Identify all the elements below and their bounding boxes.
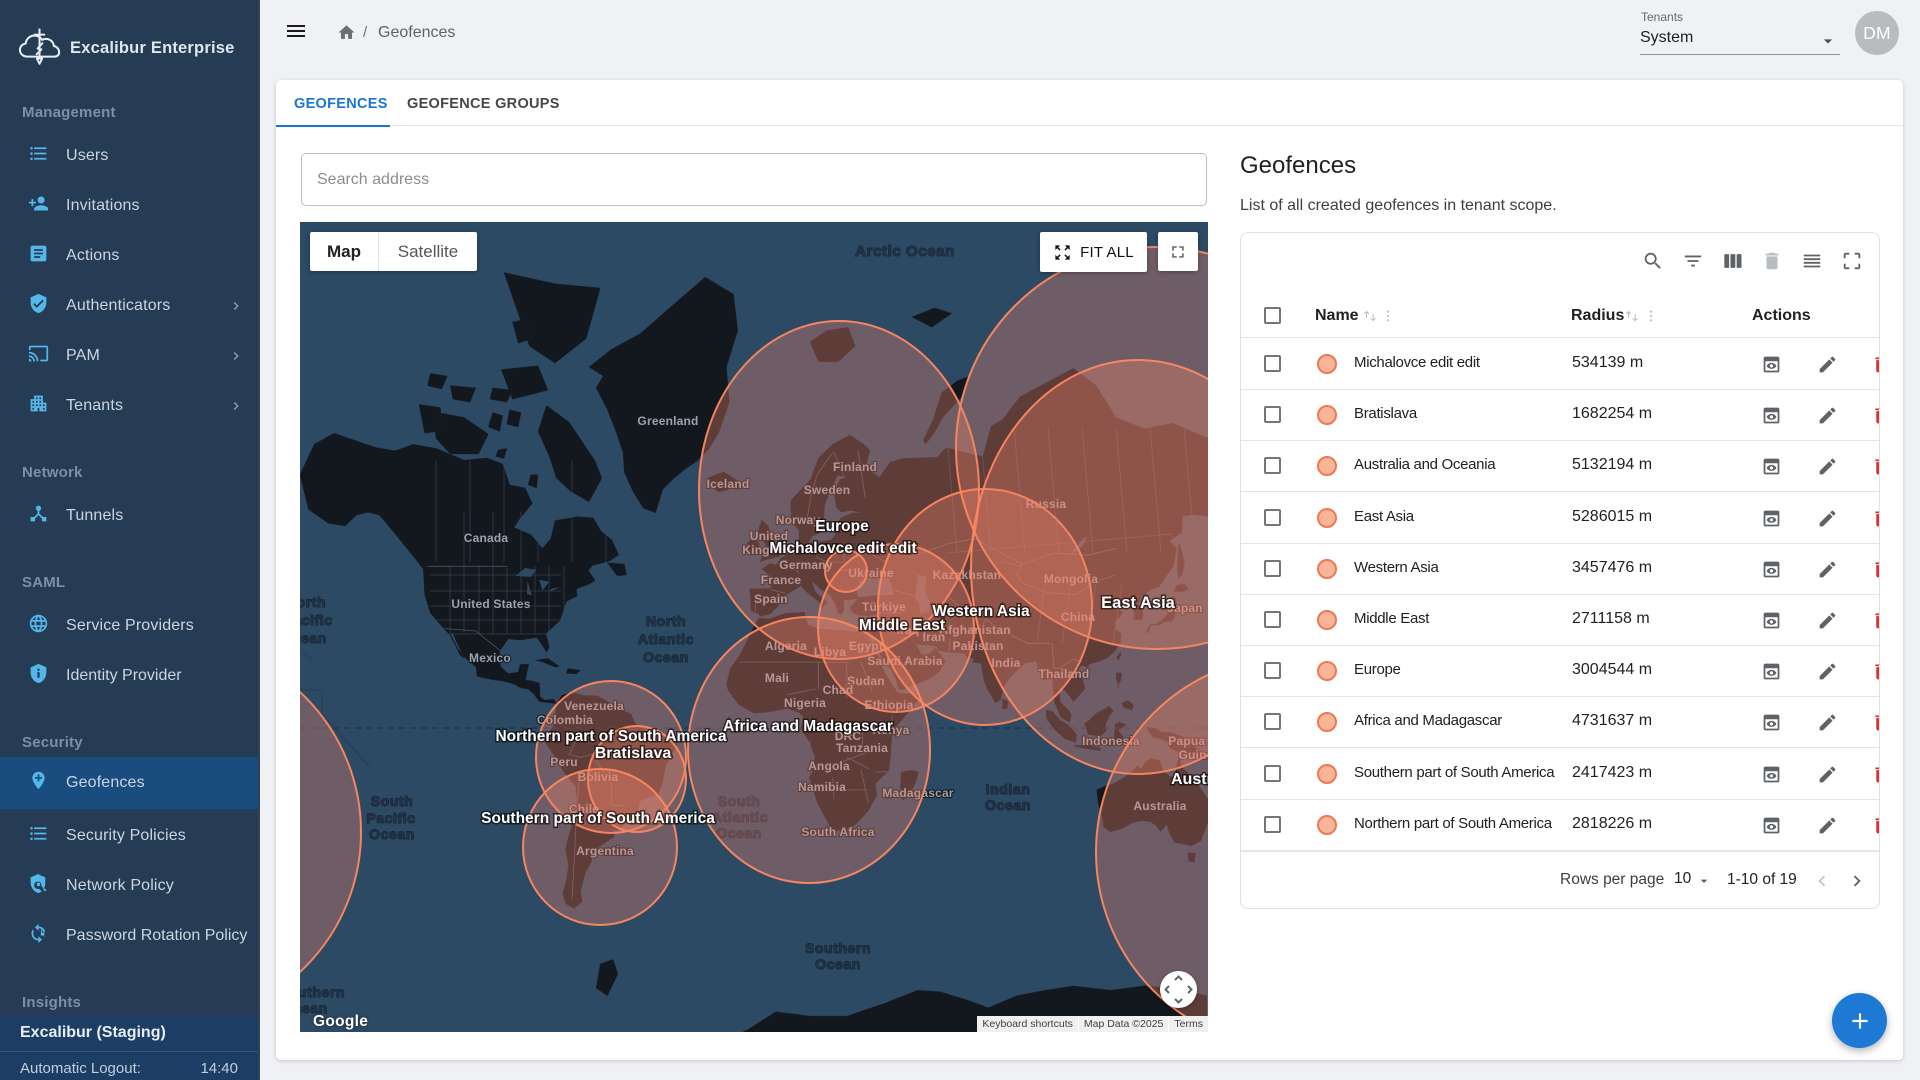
svg-text:South: South — [371, 793, 414, 809]
svg-text:Ocean: Ocean — [815, 956, 861, 972]
svg-text:North: North — [300, 594, 326, 610]
svg-text:Ocean: Ocean — [985, 797, 1031, 813]
svg-text:Europe: Europe — [815, 518, 869, 535]
svg-text:Michalovce edit edit: Michalovce edit edit — [769, 540, 916, 557]
svg-text:East Asia: East Asia — [1101, 594, 1176, 612]
svg-text:Greenland: Greenland — [637, 414, 698, 428]
svg-text:Australia and Oceania: Australia and Oceania — [1171, 771, 1208, 788]
svg-text:Southern part of South America: Southern part of South America — [481, 810, 715, 827]
svg-text:Pacific: Pacific — [366, 810, 415, 826]
svg-text:Ocean: Ocean — [300, 630, 327, 646]
svg-text:Ocean: Ocean — [369, 826, 415, 842]
svg-text:Arctic Ocean: Arctic Ocean — [855, 243, 955, 260]
svg-text:Middle East: Middle East — [859, 617, 945, 634]
svg-text:Africa and Madagascar: Africa and Madagascar — [723, 718, 893, 735]
svg-text:Ocean: Ocean — [643, 649, 689, 665]
svg-text:Bratislava: Bratislava — [595, 745, 672, 762]
svg-text:Southern: Southern — [300, 984, 345, 1000]
svg-text:Southern: Southern — [805, 940, 871, 956]
svg-text:Mexico: Mexico — [469, 651, 511, 665]
svg-text:North: North — [646, 613, 686, 629]
svg-text:Indian: Indian — [986, 781, 1031, 797]
svg-text:Pacific: Pacific — [300, 612, 333, 628]
svg-text:Canada: Canada — [464, 531, 509, 545]
svg-text:Western Asia: Western Asia — [932, 603, 1030, 620]
svg-text:Atlantic: Atlantic — [638, 631, 694, 647]
svg-text:United States: United States — [451, 597, 530, 611]
svg-text:Northern part of South America: Northern part of South America — [495, 728, 726, 745]
